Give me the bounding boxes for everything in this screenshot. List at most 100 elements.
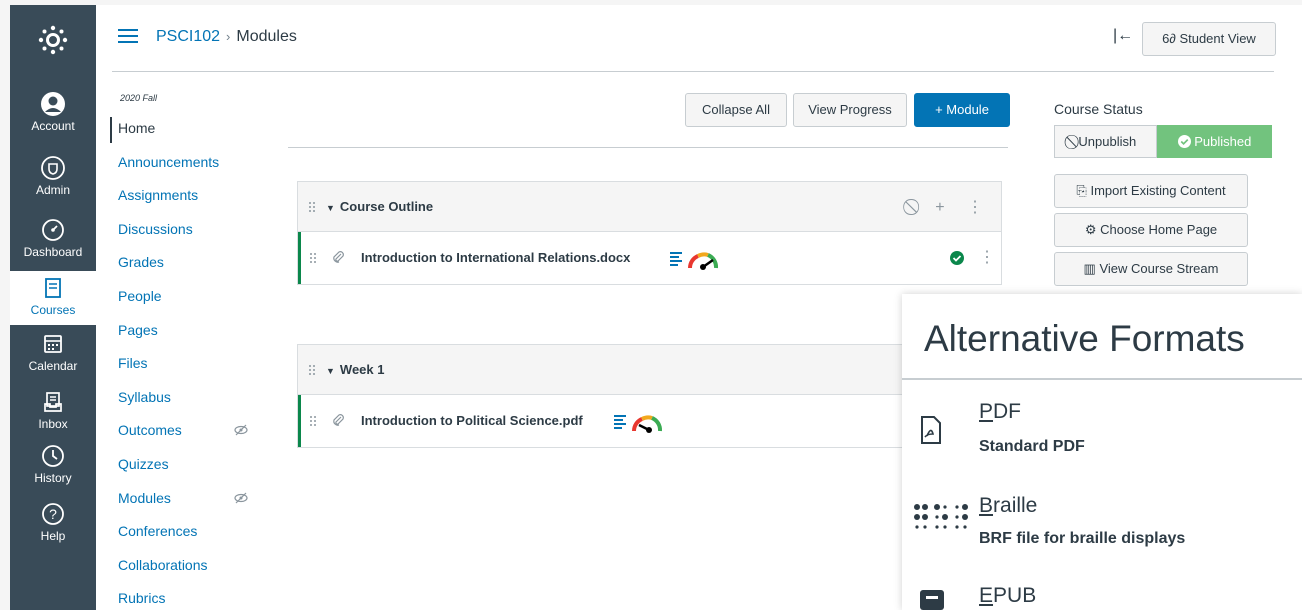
global-nav-calendar[interactable]: Calendar [10, 331, 96, 373]
breadcrumb-course-link[interactable]: PSCI102 [156, 28, 220, 45]
course-nav-discussions[interactable]: Discussions [110, 218, 290, 252]
collapse-nav-icon[interactable]: |← [1113, 27, 1133, 45]
module-header[interactable]: ▼ Course Outline ⃠ + ⋮ [298, 182, 1001, 232]
module-header[interactable]: ▼ Week 1 [298, 345, 936, 395]
collapse-triangle-icon[interactable]: ▼ [326, 203, 335, 213]
global-nav-label: Admin [35, 183, 70, 197]
format-braille-name[interactable]: Braille [979, 494, 1037, 518]
alternative-formats-divider [902, 378, 1302, 380]
attachment-icon [333, 251, 344, 263]
module-item[interactable]: Introduction to Political Science.pdf [298, 395, 936, 447]
global-nav-dashboard[interactable]: Dashboard [10, 217, 96, 259]
course-nav-files[interactable]: Files [110, 352, 290, 386]
braille-icon [914, 504, 968, 529]
attachment-icon [333, 414, 344, 426]
course-nav-modules[interactable]: Modules [110, 487, 290, 521]
format-pdf-key: P [979, 400, 994, 423]
course-nav-announcements[interactable]: Announcements [110, 151, 290, 185]
global-nav-admin[interactable]: Admin [10, 155, 96, 197]
global-nav-courses[interactable]: Courses [10, 271, 96, 325]
course-nav-people[interactable]: People [110, 285, 290, 319]
course-nav-pages[interactable]: Pages [110, 319, 290, 353]
course-nav-home[interactable]: Home [110, 117, 290, 143]
epub-book-icon [920, 590, 944, 610]
format-epub-name[interactable]: EPUB [979, 584, 1036, 608]
hidden-eye-icon [234, 492, 248, 503]
drag-handle-icon[interactable] [309, 252, 317, 264]
view-course-stream-button[interactable]: ▥ View Course Stream [1054, 252, 1248, 286]
global-nav-inbox[interactable]: Inbox [10, 389, 96, 431]
dashboard-icon [42, 219, 64, 241]
global-nav-account[interactable]: Account [10, 91, 96, 133]
global-nav-label: Courses [30, 303, 76, 317]
drag-handle-icon[interactable] [308, 201, 316, 213]
course-nav-quizzes[interactable]: Quizzes [110, 453, 290, 487]
course-nav-assignments[interactable]: Assignments [110, 184, 290, 218]
account-icon [41, 92, 65, 116]
global-nav-label: History [34, 471, 72, 485]
kebab-menu-icon[interactable]: ⋮ [979, 247, 995, 267]
format-braille-key: B [979, 494, 994, 517]
publish-toggle: ⃠ Unpublish Published [1054, 125, 1274, 158]
add-module-button[interactable]: + Module [914, 93, 1010, 127]
clock-icon [42, 445, 64, 467]
module-actions: ⃠ + ⋮ [915, 197, 983, 217]
alternative-formats-panel: Alternative Formats PDF Standard PDF Bra… [902, 294, 1302, 610]
module-title[interactable]: ▼ Course Outline [326, 199, 433, 214]
breadcrumb-current: Modules [236, 28, 297, 45]
course-nav-collaborations[interactable]: Collaborations [110, 554, 290, 588]
course-nav-rubrics[interactable]: Rubrics [110, 587, 290, 610]
course-nav-syllabus[interactable]: Syllabus [110, 386, 290, 420]
global-nav-label: Help [40, 529, 66, 543]
global-nav-label: Inbox [38, 417, 68, 431]
drag-handle-icon[interactable] [308, 364, 316, 376]
top-bar: PSCI102 › Modules |← 6∂ Student View [96, 5, 1302, 71]
student-view-button[interactable]: 6∂ Student View [1142, 22, 1276, 56]
canvas-logo-icon[interactable] [38, 25, 68, 55]
inbox-icon [44, 392, 62, 412]
format-braille-description: BRF file for braille displays [979, 530, 1186, 547]
module-item-title[interactable]: Introduction to Political Science.pdf [361, 413, 583, 428]
format-epub-rest: PUB [993, 584, 1037, 607]
gear-icon: ⚙ [1084, 222, 1097, 237]
view-progress-button[interactable]: View Progress [793, 93, 907, 127]
hidden-eye-icon [234, 424, 248, 436]
global-nav-label: Dashboard [23, 245, 83, 259]
breadcrumb: PSCI102 › Modules [156, 28, 297, 46]
module-item[interactable]: Introduction to International Relations.… [298, 232, 1001, 284]
format-pdf-description: Standard PDF [979, 438, 1085, 455]
global-nav: Account Admin Dashboard Courses Calendar… [10, 5, 96, 610]
global-nav-history[interactable]: History [10, 443, 96, 485]
add-item-icon[interactable]: + [935, 199, 944, 216]
course-nav-grades[interactable]: Grades [110, 251, 290, 285]
choose-home-page-button[interactable]: ⚙ Choose Home Page [1054, 213, 1248, 247]
published-label: Published [1194, 134, 1252, 149]
header-divider [112, 71, 1274, 72]
global-nav-help[interactable]: ? Help [10, 501, 96, 543]
drag-handle-icon[interactable] [309, 415, 317, 427]
unpublish-button[interactable]: ⃠ Unpublish [1054, 125, 1157, 158]
course-nav-conferences[interactable]: Conferences [110, 520, 290, 554]
published-button[interactable]: Published [1157, 125, 1272, 158]
kebab-menu-icon[interactable]: ⋮ [967, 199, 983, 216]
collapse-triangle-icon[interactable]: ▼ [326, 366, 335, 376]
accessibility-score-icon[interactable] [670, 248, 722, 270]
module-item-title[interactable]: Introduction to International Relations.… [361, 250, 630, 265]
stream-chart-icon: ▥ [1083, 261, 1096, 276]
alternative-formats-title: Alternative Formats [924, 318, 1245, 359]
accessibility-score-icon[interactable] [614, 411, 666, 433]
shield-icon [41, 156, 65, 180]
course-nav-outcomes[interactable]: Outcomes [110, 419, 290, 453]
hamburger-menu-icon[interactable] [118, 29, 138, 43]
course-nav-modules-label: Modules [118, 489, 171, 506]
pdf-file-icon [921, 416, 941, 444]
import-content-button[interactable]: ⎘ Import Existing Content [1054, 174, 1248, 208]
module-title-text: Course Outline [339, 199, 434, 214]
format-braille-rest: raille [993, 494, 1038, 517]
published-check-icon[interactable] [950, 251, 964, 265]
breadcrumb-separator: › [226, 29, 231, 44]
module-title[interactable]: ▼ Week 1 [326, 362, 385, 377]
collapse-all-button[interactable]: Collapse All [685, 93, 787, 127]
format-pdf-name[interactable]: PDF [979, 400, 1021, 424]
term-label: 2020 Fall [120, 93, 158, 103]
